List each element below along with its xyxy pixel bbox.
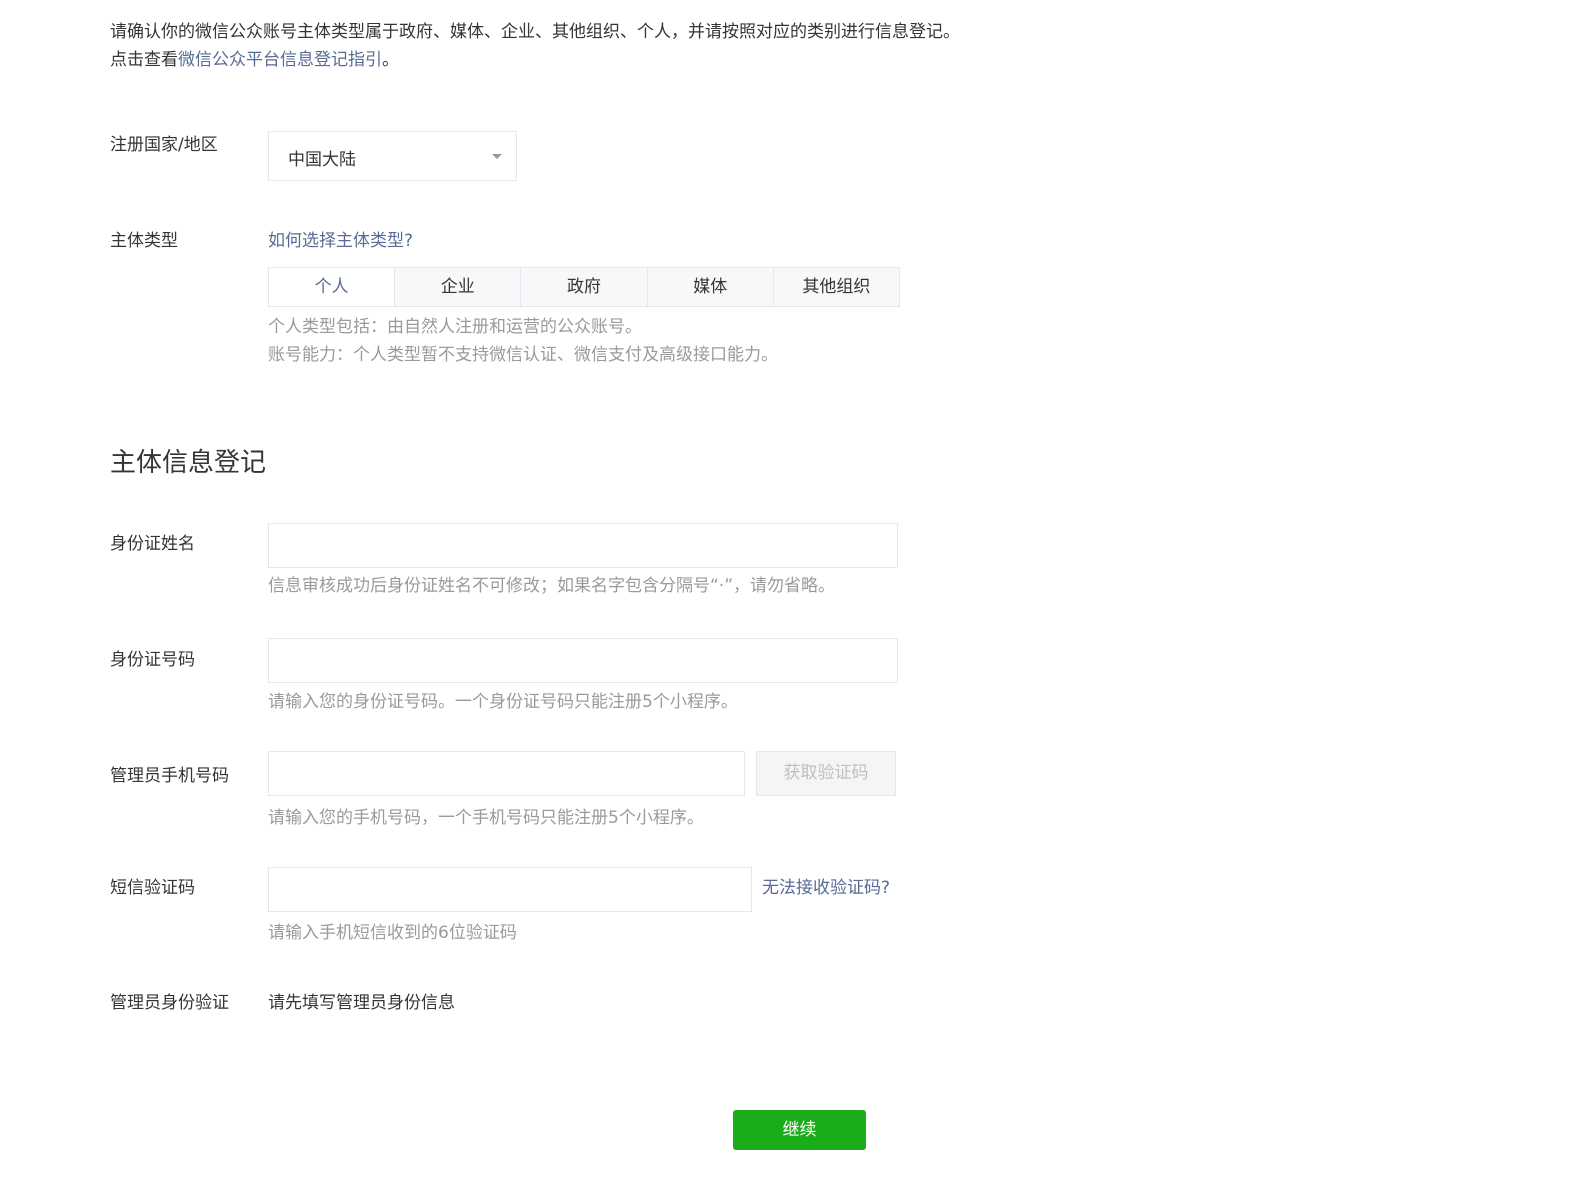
registration-page: 请确认你的微信公众账号主体类型属于政府、媒体、企业、其他组织、个人，并请按照对应… <box>0 0 1596 1185</box>
tab-individual[interactable]: 个人 <box>269 268 396 306</box>
id-name-label: 身份证姓名 <box>110 534 195 554</box>
id-number-hint: 请输入您的身份证号码。一个身份证号码只能注册5个小程序。 <box>268 692 738 712</box>
id-name-hint: 信息审核成功后身份证姓名不可修改；如果名字包含分隔号“·”，请勿省略。 <box>268 576 836 596</box>
region-label: 注册国家/地区 <box>110 135 218 155</box>
entity-type-tabs: 个人 企业 政府 媒体 其他组织 <box>268 267 900 307</box>
id-name-input[interactable] <box>268 523 898 568</box>
entity-type-capability: 账号能力：个人类型暂不支持微信认证、微信支付及高级接口能力。 <box>268 345 778 365</box>
sms-code-input[interactable] <box>268 867 752 912</box>
admin-verify-status: 请先填写管理员身份信息 <box>268 993 455 1013</box>
registration-guide-link[interactable]: 微信公众平台信息登记指引 <box>178 50 382 70</box>
sms-code-label: 短信验证码 <box>110 878 195 898</box>
continue-button[interactable]: 继续 <box>733 1110 866 1150</box>
tab-media[interactable]: 媒体 <box>648 268 774 306</box>
get-verification-code-button[interactable]: 获取验证码 <box>756 751 896 796</box>
id-number-input[interactable] <box>268 638 898 683</box>
region-selected-value: 中国大陆 <box>288 150 356 170</box>
intro-text: 请确认你的微信公众账号主体类型属于政府、媒体、企业、其他组织、个人，并请按照对应… <box>110 18 960 74</box>
intro-line-2: 点击查看微信公众平台信息登记指引。 <box>110 46 960 74</box>
tab-enterprise[interactable]: 企业 <box>395 268 522 306</box>
intro-line-2-suffix: 。 <box>382 50 399 70</box>
intro-line-1: 请确认你的微信公众账号主体类型属于政府、媒体、企业、其他组织、个人，并请按照对应… <box>110 22 960 42</box>
id-number-label: 身份证号码 <box>110 650 195 670</box>
cannot-receive-code-link[interactable]: 无法接收验证码? <box>762 876 890 900</box>
admin-phone-hint: 请输入您的手机号码，一个手机号码只能注册5个小程序。 <box>268 808 704 828</box>
entity-type-label: 主体类型 <box>110 231 178 251</box>
section-title: 主体信息登记 <box>110 448 267 478</box>
admin-phone-input[interactable] <box>268 751 745 796</box>
entity-type-description: 个人类型包括：由自然人注册和运营的公众账号。 <box>268 317 642 337</box>
tab-other-organization[interactable]: 其他组织 <box>774 268 899 306</box>
region-select[interactable]: 中国大陆 <box>268 131 517 181</box>
admin-phone-label: 管理员手机号码 <box>110 766 229 786</box>
intro-line-2-prefix: 点击查看 <box>110 50 178 70</box>
admin-verify-label: 管理员身份验证 <box>110 993 229 1013</box>
caret-down-icon <box>492 154 502 159</box>
how-to-choose-type-link[interactable]: 如何选择主体类型? <box>268 229 413 253</box>
tab-government[interactable]: 政府 <box>521 268 648 306</box>
sms-code-hint: 请输入手机短信收到的6位验证码 <box>268 923 517 943</box>
